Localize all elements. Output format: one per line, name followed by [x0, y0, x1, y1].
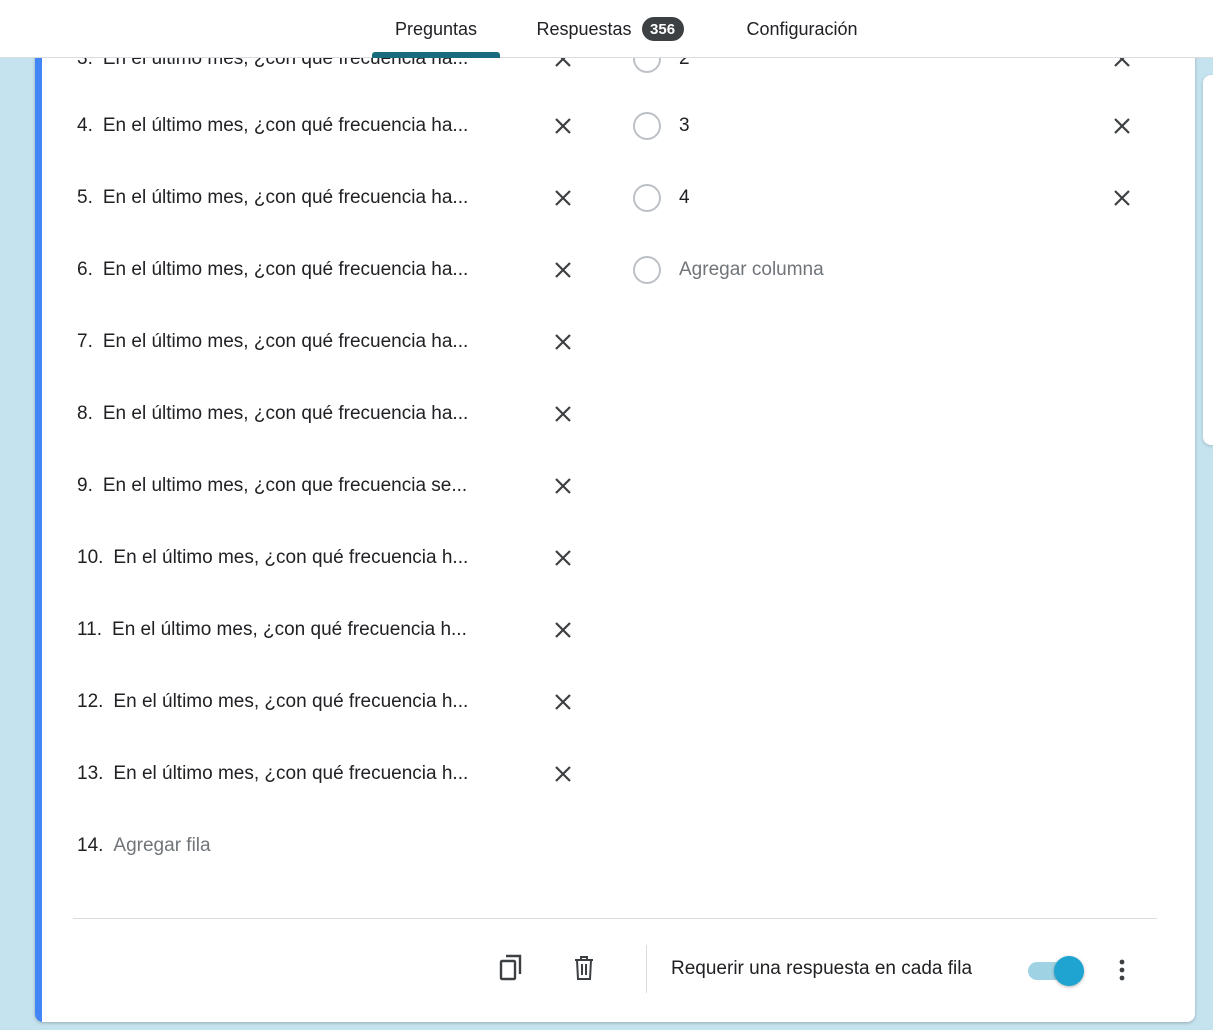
footer-divider: [73, 918, 1157, 919]
remove-column-button[interactable]: [1107, 111, 1137, 141]
card-accent-bar: [35, 20, 42, 1022]
row-number: 13.: [77, 763, 104, 784]
remove-row-button[interactable]: [548, 255, 578, 285]
grid-row[interactable]: 9. En el ultimo mes, ¿con que frecuencia…: [77, 471, 467, 501]
grid-row[interactable]: 13. En el último mes, ¿con qué frecuenci…: [77, 759, 468, 789]
grid-row[interactable]: 7. En el último mes, ¿con qué frecuencia…: [77, 327, 468, 357]
row-label: En el último mes, ¿con qué frecuencia h.…: [113, 547, 469, 568]
top-tab-bar: Preguntas Respuestas 356 Configuración: [0, 0, 1213, 58]
close-icon: [555, 694, 571, 710]
duplicate-button[interactable]: [493, 950, 529, 986]
grid-row[interactable]: 10. En el último mes, ¿con qué frecuenci…: [77, 543, 468, 573]
row-label: En el último mes, ¿con qué frecuencia ha…: [102, 403, 469, 424]
grid-row[interactable]: 6. En el último mes, ¿con qué frecuencia…: [77, 255, 468, 285]
remove-row-button[interactable]: [548, 183, 578, 213]
row-number: 14.: [77, 835, 104, 856]
close-icon: [555, 406, 571, 422]
tab-label: Configuración: [746, 18, 858, 39]
column-radio: [633, 256, 661, 284]
tab-configuracion[interactable]: Configuración: [722, 0, 882, 58]
row-number: 10.: [77, 547, 104, 568]
copy-icon: [499, 954, 522, 981]
row-label: En el último mes, ¿con qué frecuencia ha…: [102, 115, 469, 136]
close-icon: [1114, 118, 1130, 134]
remove-row-button[interactable]: [548, 399, 578, 429]
more-options-button[interactable]: [1107, 952, 1137, 988]
more-vert-icon: [1119, 959, 1125, 981]
remove-column-button[interactable]: [1107, 183, 1137, 213]
add-row-button[interactable]: 14. Agregar fila: [77, 831, 211, 861]
active-tab-indicator: [372, 52, 500, 58]
footer-separator: [646, 945, 647, 993]
row-label: En el último mes, ¿con qué frecuencia ha…: [102, 259, 469, 280]
close-icon: [555, 478, 571, 494]
close-icon: [555, 622, 571, 638]
remove-row-button[interactable]: [548, 687, 578, 717]
responses-count-badge: 356: [641, 17, 684, 41]
row-number: 6.: [77, 259, 93, 280]
tab-respuestas[interactable]: Respuestas 356: [520, 0, 700, 58]
row-label: En el último mes, ¿con qué frecuencia h.…: [112, 619, 467, 640]
close-icon: [555, 118, 571, 134]
tab-preguntas[interactable]: Preguntas: [372, 0, 500, 58]
question-card: 3. En el último mes, ¿con qué frecuencia…: [35, 20, 1195, 1022]
delete-button[interactable]: [566, 950, 602, 986]
close-icon: [555, 550, 571, 566]
row-label: En el último mes, ¿con qué frecuencia h.…: [113, 763, 469, 784]
row-number: 8.: [77, 403, 93, 424]
close-icon: [555, 190, 571, 206]
tab-label: Preguntas: [394, 18, 478, 39]
column-label[interactable]: 3: [679, 111, 690, 141]
row-number: 9.: [77, 475, 93, 496]
toggle-thumb: [1054, 956, 1084, 986]
add-column-button[interactable]: Agregar columna: [679, 255, 824, 285]
row-number: 7.: [77, 331, 93, 352]
grid-row[interactable]: 8. En el último mes, ¿con qué frecuencia…: [77, 399, 468, 429]
remove-row-button[interactable]: [548, 111, 578, 141]
row-number: 11.: [77, 619, 103, 640]
row-label: En el último mes, ¿con qué frecuencia h.…: [113, 691, 469, 712]
row-number: 12.: [77, 691, 104, 712]
column-radio: [633, 112, 661, 140]
trash-icon: [575, 956, 593, 980]
remove-row-button[interactable]: [548, 471, 578, 501]
grid-row[interactable]: 5. En el último mes, ¿con qué frecuencia…: [77, 183, 468, 213]
grid-row[interactable]: 4. En el último mes, ¿con qué frecuencia…: [77, 111, 468, 141]
side-panel-edge: [1203, 75, 1213, 445]
close-icon: [555, 334, 571, 350]
require-response-toggle[interactable]: [1028, 956, 1084, 986]
row-label: En el ultimo mes, ¿con que frecuencia se…: [102, 475, 468, 496]
row-label: En el último mes, ¿con qué frecuencia ha…: [102, 187, 469, 208]
column-radio: [633, 184, 661, 212]
close-icon: [555, 766, 571, 782]
tab-label: Respuestas: [536, 18, 632, 39]
require-response-label: Requerir una respuesta en cada fila: [671, 958, 973, 979]
row-number: 4.: [77, 115, 93, 136]
remove-row-button[interactable]: [548, 327, 578, 357]
row-number: 5.: [77, 187, 93, 208]
add-row-label: Agregar fila: [113, 835, 211, 856]
remove-row-button[interactable]: [548, 615, 578, 645]
grid-row[interactable]: 12. En el último mes, ¿con qué frecuenci…: [77, 687, 468, 717]
remove-row-button[interactable]: [548, 759, 578, 789]
row-label: En el último mes, ¿con qué frecuencia ha…: [102, 331, 469, 352]
grid-row[interactable]: 11. En el último mes, ¿con qué frecuenci…: [77, 615, 467, 645]
column-label[interactable]: 4: [679, 183, 690, 213]
close-icon: [555, 262, 571, 278]
remove-row-button[interactable]: [548, 543, 578, 573]
close-icon: [1114, 190, 1130, 206]
